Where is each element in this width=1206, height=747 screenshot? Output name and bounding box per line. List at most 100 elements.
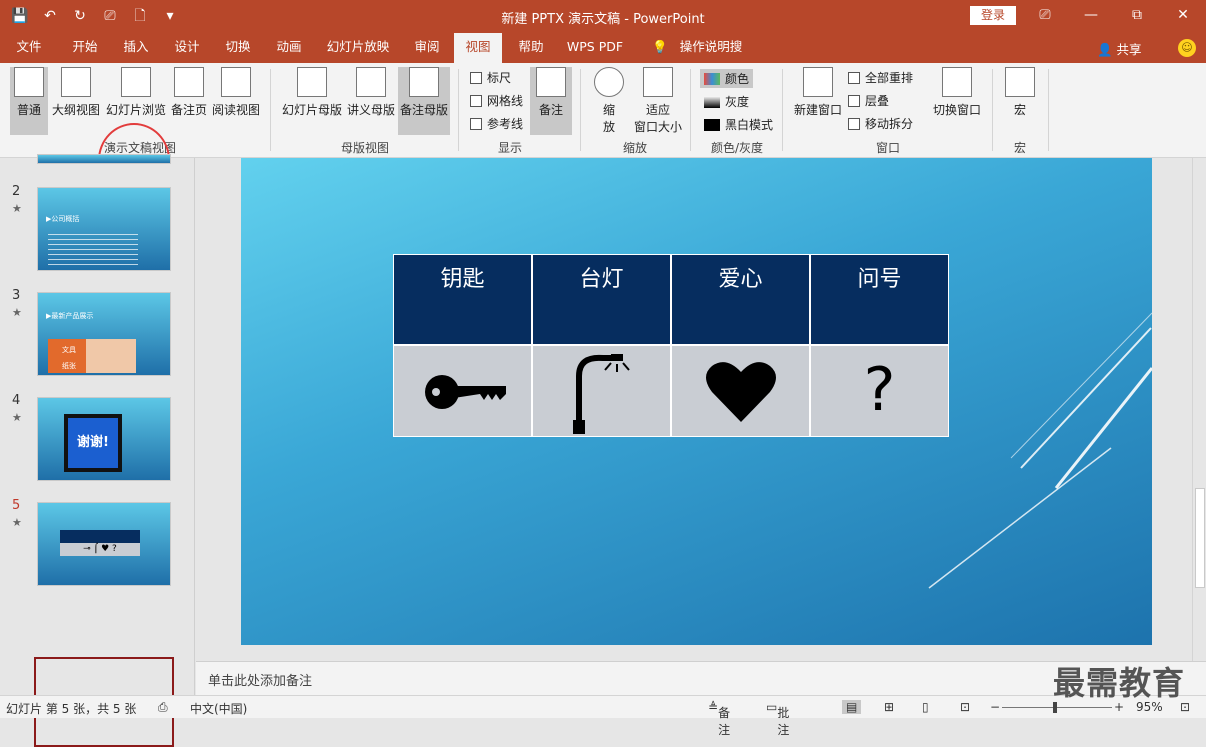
switch-window-icon	[942, 67, 972, 97]
notes-icon	[536, 67, 566, 97]
notes-status-label: 备注	[718, 706, 731, 737]
zoom-button[interactable]: 缩 放	[590, 67, 628, 135]
slide-thumb-title: ▶公司概括	[46, 215, 80, 223]
macros-icon	[1005, 67, 1035, 97]
tab-wps-pdf[interactable]: WPS PDF	[560, 33, 630, 63]
tab-file[interactable]: 文件	[8, 33, 50, 63]
status-bar: 幻灯片 第 5 张，共 5 张 ⎙ 中文(中国) ≜ 备注 ▭ 批注 ▤ ⊞ ▯…	[0, 695, 1206, 737]
table-body-cell[interactable]	[532, 345, 671, 437]
transition-star-icon: ★	[12, 516, 22, 529]
notes-page-button[interactable]: 备注页	[170, 67, 208, 135]
comments-status-label: 批注	[777, 706, 790, 737]
thumb-table-body: ⊸ ⌠ ♥ ?	[60, 543, 140, 556]
transition-star-icon: ★	[12, 202, 22, 215]
sorter-view-status-icon[interactable]: ⊞	[884, 700, 894, 714]
fit-window-button[interactable]: 适应 窗口大小	[630, 67, 686, 135]
question-icon[interactable]: ?	[810, 345, 949, 437]
tab-design[interactable]: 设计	[166, 33, 208, 63]
guides-label: 参考线	[487, 117, 524, 131]
table-header-cell[interactable]: 爱心	[671, 254, 810, 345]
icon-table[interactable]: 钥匙 台灯 爱心 问号 ?	[393, 254, 949, 438]
tab-home[interactable]: 开始	[64, 33, 106, 63]
slide-thumbnail-pane: 2 ★ ▶公司概括 3 ★ ▶最新产品展示 文具 纸张 4 ★ 谢谢! 5 ★ …	[0, 154, 195, 747]
gridlines-checkbox[interactable]: 网格线	[470, 92, 523, 109]
tab-help[interactable]: 帮助	[510, 33, 552, 63]
tab-slideshow[interactable]: 幻灯片放映	[322, 33, 394, 63]
slide-thumb-3[interactable]: ▶最新产品展示 文具 纸张	[37, 292, 171, 376]
table-header-cell[interactable]: 问号	[810, 254, 949, 345]
slide-canvas[interactable]: 钥匙 台灯 爱心 问号 ?	[241, 158, 1152, 645]
tell-me-search[interactable]: 操作说明搜索	[670, 33, 752, 82]
restore-button[interactable]: ⧉	[1114, 0, 1160, 30]
macros-button[interactable]: 宏	[1000, 67, 1040, 135]
reading-view-button[interactable]: 阅读视图	[210, 67, 262, 135]
table-header-cell[interactable]: 台灯	[532, 254, 671, 345]
slide-thumb-2[interactable]: ▶公司概括	[37, 187, 171, 271]
switch-window-button[interactable]: 切换窗口	[930, 67, 984, 135]
scroll-thumb[interactable]	[1195, 488, 1205, 588]
tab-transitions[interactable]: 切换	[217, 33, 259, 63]
reading-view-status-icon[interactable]: ▯	[922, 700, 929, 714]
share-button[interactable]: 👤 共享	[1097, 39, 1142, 58]
normal-view-button[interactable]: 普通	[10, 67, 48, 135]
comments-status-button[interactable]: ▭ 批注	[766, 700, 789, 737]
move-split-button[interactable]: 移动拆分	[848, 115, 913, 132]
slide-master-icon	[297, 67, 327, 97]
new-window-label: 新建窗口	[793, 103, 842, 117]
ribbon-display-icon[interactable]: ⎚	[1022, 0, 1068, 30]
outline-view-button[interactable]: 大纲视图	[50, 67, 102, 135]
black-white-icon	[704, 118, 720, 131]
color-button[interactable]: 颜色	[700, 69, 754, 88]
tab-animations[interactable]: 动画	[268, 33, 310, 63]
minimize-button[interactable]: —	[1068, 0, 1114, 30]
handout-master-button[interactable]: 讲义母版	[346, 67, 396, 135]
notes-status-button[interactable]: ≜ 备注	[708, 700, 730, 737]
slide-sorter-label: 幻灯片浏览	[105, 103, 166, 117]
login-button[interactable]: 登录	[970, 6, 1016, 25]
move-split-icon	[848, 117, 860, 130]
tab-review[interactable]: 审阅	[406, 33, 448, 63]
color-label: 颜色	[725, 72, 750, 86]
zoom-out-button[interactable]: −	[990, 700, 1000, 714]
slide-thumb-4[interactable]: 谢谢!	[37, 397, 171, 481]
normal-view-status-icon[interactable]: ▤	[842, 700, 862, 714]
notes-master-icon	[409, 67, 439, 97]
grayscale-button[interactable]: 灰度	[704, 93, 749, 110]
slide-master-button[interactable]: 幻灯片母版	[280, 67, 344, 135]
new-window-button[interactable]: 新建窗口	[792, 67, 844, 135]
heart-icon	[706, 362, 776, 422]
ruler-checkbox[interactable]: 标尺	[470, 69, 511, 86]
table-body-cell[interactable]	[393, 345, 532, 437]
vertical-scrollbar[interactable]	[1192, 158, 1206, 661]
macros-group-label: 宏	[1013, 141, 1026, 155]
tab-insert[interactable]: 插入	[115, 33, 157, 63]
slide-thumb-1-partial[interactable]	[37, 154, 171, 164]
feedback-smiley-icon[interactable]: ☺	[1178, 39, 1196, 57]
arrange-all-button[interactable]: 全部重排	[848, 69, 913, 86]
notes-toggle-button[interactable]: 备注	[530, 67, 572, 135]
master-views-group-label: 母版视图	[340, 141, 389, 155]
spellcheck-icon[interactable]: ⎙	[158, 700, 168, 715]
fit-window-icon	[643, 67, 673, 97]
cascade-button[interactable]: 层叠	[848, 92, 889, 109]
new-window-icon	[803, 67, 833, 97]
show-group-label: 显示	[497, 141, 522, 155]
close-button[interactable]: ✕	[1160, 0, 1206, 30]
table-body-cell[interactable]	[671, 345, 810, 437]
thumb-cell: 文具	[62, 346, 76, 354]
reading-label: 阅读视图	[211, 103, 260, 117]
table-header-cell[interactable]: 钥匙	[393, 254, 532, 345]
bw-button[interactable]: 黑白模式	[704, 116, 773, 133]
slide-counter: 幻灯片 第 5 张，共 5 张	[6, 702, 137, 716]
zoom-slider[interactable]	[1002, 707, 1112, 708]
notes-master-button[interactable]: 备注母版	[398, 67, 450, 135]
slideshow-status-icon[interactable]: ⊡	[960, 700, 970, 714]
checkbox-icon	[470, 94, 482, 107]
slide-thumb-5[interactable]: ⊸ ⌠ ♥ ?	[37, 502, 171, 586]
language-indicator[interactable]: 中文(中国)	[190, 700, 247, 717]
text-lines	[48, 234, 138, 268]
guides-checkbox[interactable]: 参考线	[470, 115, 523, 132]
grayscale-label: 灰度	[725, 95, 750, 109]
tab-view[interactable]: 视图	[454, 33, 502, 63]
arrange-all-icon	[848, 71, 860, 84]
